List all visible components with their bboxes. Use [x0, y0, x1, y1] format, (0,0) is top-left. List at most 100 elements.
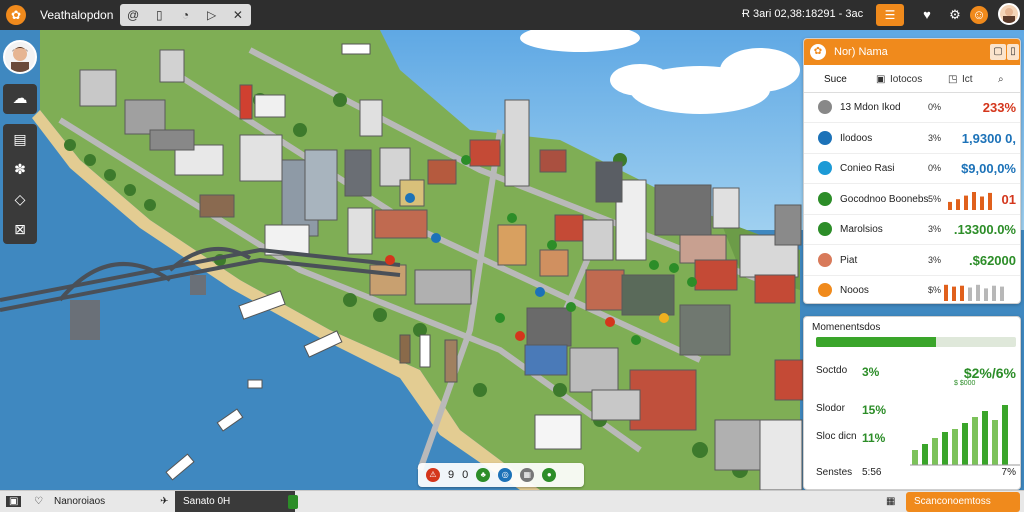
- list-icon[interactable]: ☰: [876, 4, 904, 26]
- cloud-icon: ☁: [12, 90, 28, 107]
- tab-suce[interactable]: Suce: [824, 74, 847, 85]
- map-controls: ⚠ 9 0 ♣ ◎ ▦ ●: [418, 463, 584, 487]
- management-label: Soctdo: [816, 365, 848, 376]
- bottom-orange-label: Scanconoemtoss: [914, 496, 991, 507]
- play-tool-icon[interactable]: ▷: [204, 8, 220, 22]
- stat-value: .13300.0%: [953, 222, 1016, 237]
- heart-outline-icon[interactable]: ♡: [34, 496, 43, 507]
- bottom-left-label[interactable]: Nanoroiaos: [54, 496, 105, 507]
- cloud-outline-icon[interactable]: ◇: [3, 184, 37, 214]
- scenarios-button[interactable]: Scanconoemtoss: [906, 492, 1020, 512]
- spark-bar: [948, 201, 952, 210]
- layers-icon[interactable]: ▦: [520, 468, 535, 482]
- game-clock: Ɍ 3ari 02,38:18291 - 3ac: [742, 8, 864, 20]
- spark-bar: [944, 284, 948, 301]
- stat-row[interactable]: Ilodoos 3% 1,9300 0,: [804, 124, 1020, 154]
- management-bar: [942, 432, 948, 465]
- stat-label: Nooos: [840, 285, 869, 296]
- share-icon[interactable]: ✈: [160, 496, 168, 507]
- leaf-icon: [818, 222, 832, 236]
- stat-row[interactable]: 13 Mdon Ikod 0% 233%: [804, 93, 1020, 123]
- profile-icon[interactable]: ☺: [970, 6, 988, 24]
- status-indicator-icon: [288, 495, 298, 509]
- grid-icon[interactable]: ▦: [886, 496, 895, 507]
- management-bar: [992, 420, 998, 465]
- document-icon[interactable]: ▤: [3, 124, 37, 154]
- management-percent: 5:56: [862, 467, 882, 478]
- globe-icon[interactable]: ◎: [498, 468, 513, 482]
- minimize-icon[interactable]: ▢: [990, 44, 1006, 60]
- app-title: Veathalopdon: [40, 8, 114, 22]
- left-tool-group: ▤ ✽ ◇ ⊠: [3, 124, 37, 244]
- spark-bar: [972, 191, 976, 210]
- menu-icon[interactable]: ▣: [6, 496, 22, 507]
- control-value-1[interactable]: 9: [448, 469, 454, 481]
- globe-icon: [818, 130, 832, 145]
- stats-panel-title: Nor) Nama: [834, 46, 888, 58]
- coin-icon: [818, 283, 832, 297]
- stat-value: 1,9300 0,: [961, 130, 1016, 146]
- control-value-2[interactable]: 0: [462, 469, 468, 481]
- top-bar: ✿ Veathalopdon @ ▯ ◔ ▷ ✕ Ɍ 3ari 02,38:18…: [0, 0, 1024, 30]
- paw-icon[interactable]: ✽: [3, 154, 37, 184]
- search-icon[interactable]: ⌕: [998, 74, 1004, 85]
- spark-bar: [988, 192, 992, 210]
- clock-tool-icon[interactable]: ◔: [177, 8, 193, 22]
- leaf-icon: [818, 191, 832, 206]
- stat-percent: 3%: [928, 224, 942, 234]
- management-bar: [982, 411, 988, 465]
- gear-icon: ✿: [810, 44, 826, 60]
- close-tool-icon[interactable]: ✕: [230, 8, 246, 22]
- alert-icon[interactable]: ⚠: [426, 468, 440, 482]
- panel-tool-icon[interactable]: ▯: [151, 8, 167, 22]
- pin-icon[interactable]: ●: [542, 468, 557, 482]
- stat-label: Gocodnoo Boonebs: [840, 193, 929, 205]
- spark-bar: [964, 195, 968, 210]
- management-label: Sloc dicn: [816, 431, 857, 442]
- management-bar: [922, 444, 928, 465]
- tab-ict[interactable]: Ict: [962, 74, 973, 85]
- heart-icon[interactable]: ♥: [918, 6, 936, 24]
- tab-box-icon[interactable]: ▣: [876, 74, 885, 85]
- stat-row[interactable]: Nooos $%: [804, 276, 1020, 303]
- stat-label: Ilodoos: [840, 132, 873, 144]
- stat-row[interactable]: Marolsios 3% .13300.0%: [804, 215, 1020, 245]
- management-bar: [932, 438, 938, 465]
- stats-tabs: Suce ▣ Iotocos ◳ Ict ⌕: [804, 65, 1020, 93]
- stat-label: 13 Mdon Ikod: [840, 102, 901, 113]
- stat-row[interactable]: Gocodnoo Boonebs 5% 01: [804, 185, 1020, 215]
- at-tool-icon[interactable]: @: [125, 8, 141, 22]
- cloud-button[interactable]: ☁: [3, 84, 37, 114]
- crossed-flag-icon[interactable]: ⊠: [3, 214, 37, 244]
- close-icon[interactable]: ▯: [1007, 44, 1019, 60]
- management-panel: Momenentsdos Soctdo 3% $2%/6% $ $000 Slodor 1…: [803, 316, 1021, 490]
- stat-label: Piat: [840, 254, 858, 266]
- tab-ict-icon[interactable]: ◳: [948, 74, 957, 85]
- bottom-status[interactable]: Sanato 0H: [175, 491, 295, 512]
- settings-icon[interactable]: ⚙: [946, 6, 964, 24]
- stat-label: Conieo Rasi: [840, 163, 895, 174]
- spark-bar: [984, 288, 988, 301]
- spark-bar: [1000, 286, 1004, 301]
- stat-percent: 0%: [928, 163, 942, 173]
- stat-percent: 3%: [928, 132, 942, 143]
- avatar[interactable]: [998, 3, 1020, 25]
- spark-bar: [968, 287, 972, 301]
- management-percent: 11%: [862, 431, 886, 445]
- leaf-icon[interactable]: ♣: [476, 468, 491, 482]
- app-logo-icon[interactable]: ✿: [6, 5, 26, 25]
- management-subvalue: $ $000: [954, 380, 976, 387]
- stat-row[interactable]: Piat 3% .$62000: [804, 246, 1020, 276]
- management-bar-chart: [910, 405, 1020, 466]
- management-title: Momenentsdos: [812, 322, 881, 333]
- bottom-bar: ▣ ♡ Nanoroiaos ✈ Sanato 0H ▦ Scanconoemt…: [0, 490, 1024, 512]
- stat-row[interactable]: Conieo Rasi 0% $9,00,0%: [804, 154, 1020, 184]
- tab-iotocos[interactable]: Iotocos: [890, 74, 922, 85]
- stat-label: Marolsios: [840, 224, 883, 235]
- stat-value: 233%: [982, 100, 1016, 115]
- hash-icon: [818, 100, 832, 114]
- player-avatar[interactable]: [3, 40, 37, 74]
- stats-panel-header: ✿ Nor) Nama ▢ ▯: [804, 39, 1020, 65]
- stat-sparkline: [948, 191, 992, 210]
- spark-bar: [956, 198, 960, 210]
